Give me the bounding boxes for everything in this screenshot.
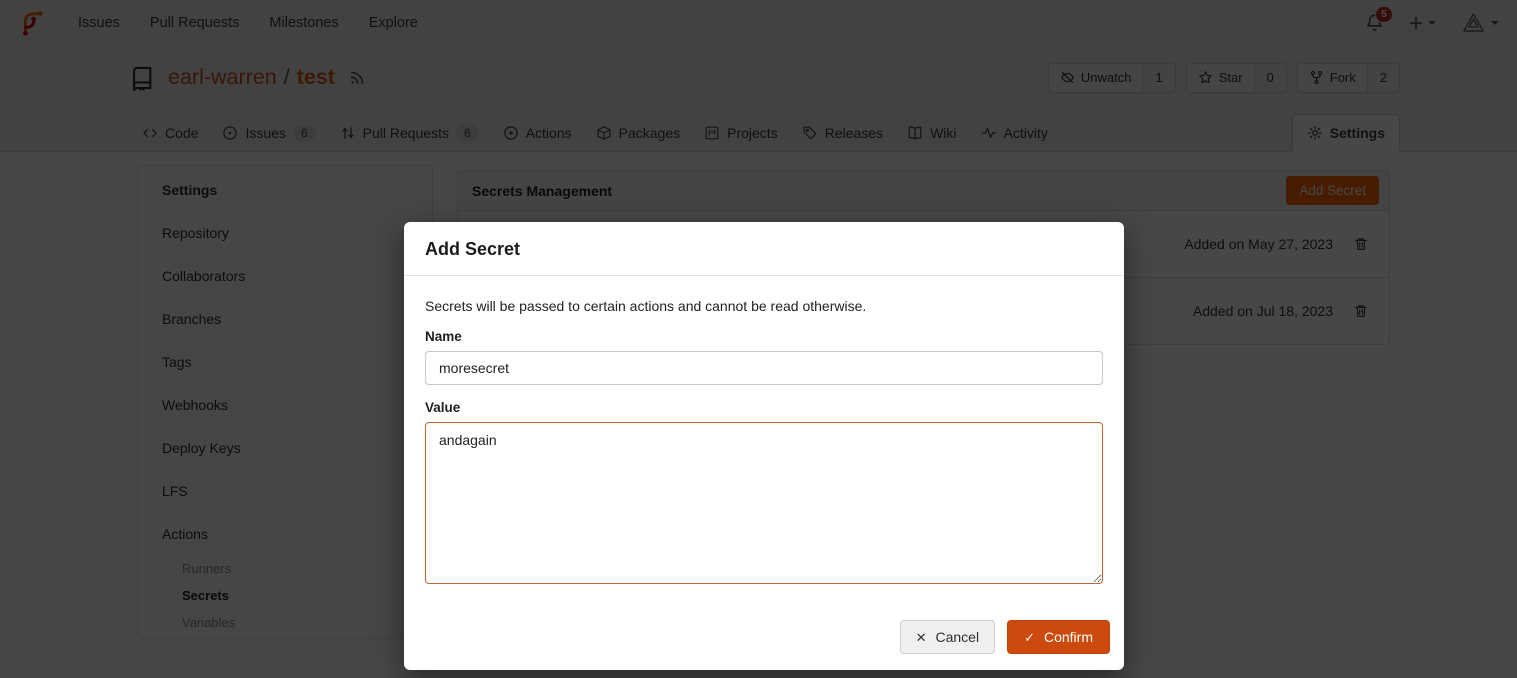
confirm-button-label: Confirm: [1044, 629, 1093, 645]
value-field-label: Value: [425, 400, 1103, 415]
modal-body: Secrets will be passed to certain action…: [404, 276, 1124, 608]
check-icon: ✓: [1024, 631, 1035, 644]
modal-description: Secrets will be passed to certain action…: [425, 298, 1103, 314]
cancel-button[interactable]: ✕ Cancel: [900, 620, 996, 654]
forgejo-repo-settings-page: Issues Pull Requests Milestones Explore …: [0, 0, 1517, 678]
modal-footer: ✕ Cancel ✓ Confirm: [404, 608, 1124, 670]
add-secret-modal: Add Secret Secrets will be passed to cer…: [404, 222, 1124, 670]
name-field-label: Name: [425, 329, 1103, 344]
secret-name-input[interactable]: [425, 351, 1103, 385]
secret-value-textarea[interactable]: andagain: [425, 422, 1103, 584]
confirm-button[interactable]: ✓ Confirm: [1007, 620, 1110, 654]
cancel-button-label: Cancel: [935, 629, 979, 645]
x-icon: ✕: [916, 631, 927, 644]
modal-title: Add Secret: [404, 222, 1124, 276]
